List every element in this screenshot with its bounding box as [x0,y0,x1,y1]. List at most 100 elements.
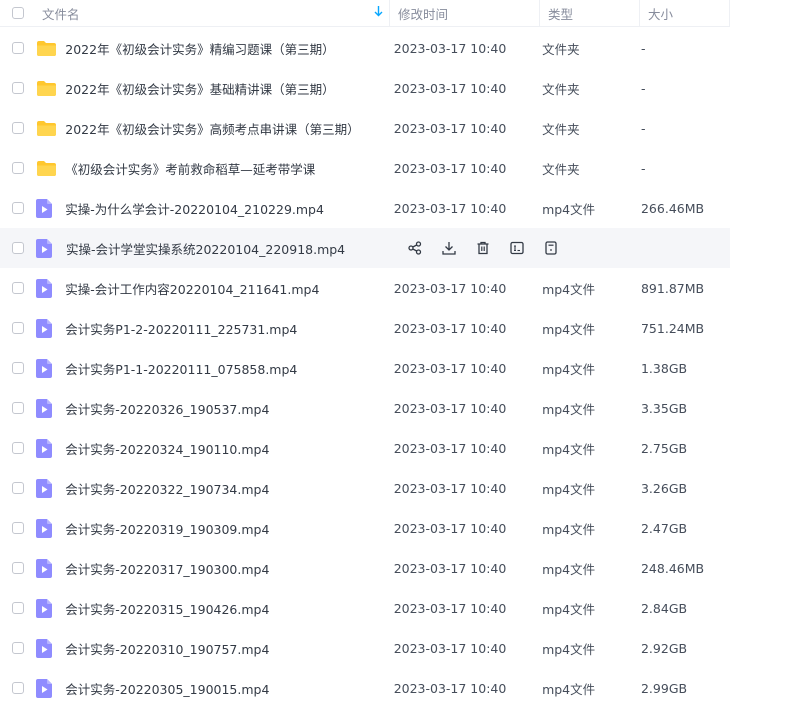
video-file-icon [35,518,66,538]
file-row[interactable]: 会计实务P1-1-20220111_075858.mp4 2023-03-17 1… [0,348,730,388]
file-modified-time: 2023-03-17 10:40 [393,640,507,656]
row-checkbox-cell [0,162,36,174]
file-name[interactable]: 2022年《初级会计实务》精编习题课（第三期） [65,39,393,58]
row-checkbox[interactable] [11,602,24,614]
folder-row[interactable]: 2022年《初级会计实务》基础精讲课（第三期） 2023-03-17 10:40 文… [0,68,730,108]
file-name[interactable]: 实操-会计学堂实操系统20220104_220918.mp4 [66,239,398,258]
row-actions [398,238,568,258]
file-name[interactable]: 实操-会计工作内容20220104_211641.mp4 [65,279,393,298]
row-checkbox[interactable] [11,522,24,534]
file-row[interactable]: 会计实务-20220305_190015.mp4 2023-03-17 10:40… [0,668,730,708]
row-checkbox[interactable] [11,122,24,134]
file-modified-time: 2023-03-17 10:40 [393,320,507,336]
row-checkbox[interactable] [11,402,24,414]
file-name[interactable]: 2022年《初级会计实务》高频考点串讲课（第三期） [65,119,393,138]
row-checkbox[interactable] [11,362,24,374]
file-modified-time: 2023-03-17 10:40 [393,280,507,296]
row-checkbox[interactable] [11,562,24,574]
file-name[interactable]: 会计实务-20220317_190300.mp4 [65,559,393,578]
file-row[interactable]: 会计实务-20220317_190300.mp4 2023-03-17 10:40… [0,548,730,588]
file-row[interactable]: 实操-会计学堂实操系统20220104_220918.mp4 [0,228,730,268]
select-all-checkbox[interactable] [12,7,24,19]
row-checkbox-cell [0,82,36,94]
row-checkbox[interactable] [11,682,24,694]
column-header-time[interactable]: 修改时间 [390,0,540,26]
column-header-size[interactable]: 大小 [640,0,730,26]
row-checkbox[interactable] [11,642,24,654]
rename-icon[interactable] [500,238,534,258]
row-checkbox[interactable] [11,322,24,334]
file-size: 751.24MB [640,320,705,336]
sort-down-arrow-icon[interactable] [374,6,383,20]
video-file-icon [35,398,66,418]
row-checkbox[interactable] [11,162,24,174]
row-checkbox-cell [0,282,36,294]
file-modified-time: 2023-03-17 10:40 [393,120,507,136]
file-row[interactable]: 会计实务-20220326_190537.mp4 2023-03-17 10:40… [0,388,730,428]
file-modified-time: 2023-03-17 10:40 [393,40,507,56]
folder-row[interactable]: 2022年《初级会计实务》高频考点串讲课（第三期） 2023-03-17 10:4… [0,108,730,148]
folder-row[interactable]: 《初级会计实务》考前救命稻草—延考带学课 2023-03-17 10:40 文件夹 - [0,148,730,188]
file-type: mp4文件 [542,321,596,337]
file-name[interactable]: 《初级会计实务》考前救命稻草—延考带学课 [65,159,393,178]
file-type: 文件夹 [542,161,580,177]
file-type: mp4文件 [542,601,596,617]
file-size: 3.35GB [640,400,688,416]
file-name[interactable]: 会计实务-20220315_190426.mp4 [65,599,393,618]
file-size: 2.47GB [640,520,688,536]
file-name[interactable]: 会计实务-20220326_190537.mp4 [65,399,393,418]
file-name[interactable]: 会计实务-20220324_190110.mp4 [65,439,393,458]
file-row[interactable]: 实操-会计工作内容20220104_211641.mp4 2023-03-17 1… [0,268,730,308]
folder-icon [36,160,66,177]
row-checkbox-cell [0,362,36,374]
row-checkbox[interactable] [11,482,24,494]
folder-icon [36,120,66,137]
column-header-type[interactable]: 类型 [540,0,640,26]
row-checkbox-cell [0,442,36,454]
column-header-name[interactable]: 文件名 [36,0,390,26]
row-checkbox[interactable] [11,442,24,454]
file-modified-time: 2023-03-17 10:40 [393,200,507,216]
row-checkbox[interactable] [11,82,24,94]
file-size: 891.87MB [640,280,705,296]
download-icon[interactable] [432,238,466,258]
file-row[interactable]: 会计实务-20220315_190426.mp4 2023-03-17 10:40… [0,588,730,628]
row-checkbox[interactable] [11,282,24,294]
video-file-icon [35,478,66,498]
file-row[interactable]: 会计实务-20220322_190734.mp4 2023-03-17 10:40… [0,468,730,508]
more-icon[interactable] [534,238,568,258]
file-modified-time: 2023-03-17 10:40 [393,680,507,696]
share-icon[interactable] [398,238,432,258]
file-name[interactable]: 2022年《初级会计实务》基础精讲课（第三期） [65,79,393,98]
file-name[interactable]: 会计实务-20220310_190757.mp4 [65,639,393,658]
file-row[interactable]: 实操-为什么学会计-20220104_210229.mp4 2023-03-17 … [0,188,730,228]
column-header-type-label: 类型 [548,6,574,22]
delete-icon[interactable] [466,238,500,258]
file-row[interactable]: 会计实务-20220324_190110.mp4 2023-03-17 10:40… [0,428,730,468]
file-size: 248.46MB [640,560,705,576]
row-checkbox[interactable] [11,202,24,214]
file-row[interactable]: 会计实务-20220310_190757.mp4 2023-03-17 10:40… [0,628,730,668]
file-size: 2.92GB [640,640,688,656]
file-size: 266.46MB [640,200,705,216]
file-modified-time: 2023-03-17 10:40 [393,400,507,416]
file-name[interactable]: 会计实务P1-1-20220111_075858.mp4 [65,359,393,378]
file-list: 2022年《初级会计实务》精编习题课（第三期） 2023-03-17 10:40 文… [0,28,793,708]
file-name[interactable]: 实操-为什么学会计-20220104_210229.mp4 [65,199,393,218]
file-modified-time: 2023-03-17 10:40 [393,520,507,536]
file-name[interactable]: 会计实务-20220322_190734.mp4 [65,479,393,498]
folder-icon [36,40,66,57]
folder-row[interactable]: 2022年《初级会计实务》精编习题课（第三期） 2023-03-17 10:40 文… [0,28,730,68]
file-modified-time: 2023-03-17 10:40 [393,80,507,96]
file-name[interactable]: 会计实务P1-2-20220111_225731.mp4 [65,319,393,338]
row-checkbox-cell [0,562,36,574]
file-name[interactable]: 会计实务-20220319_190309.mp4 [65,519,393,538]
row-checkbox[interactable] [11,42,24,54]
row-checkbox-cell [0,482,36,494]
file-row[interactable]: 会计实务P1-2-20220111_225731.mp4 2023-03-17 1… [0,308,730,348]
row-checkbox[interactable] [12,242,24,254]
file-row[interactable]: 会计实务-20220319_190309.mp4 2023-03-17 10:40… [0,508,730,548]
file-modified-time: 2023-03-17 10:40 [393,560,507,576]
file-type: 文件夹 [542,121,580,137]
file-type: 文件夹 [542,81,580,97]
